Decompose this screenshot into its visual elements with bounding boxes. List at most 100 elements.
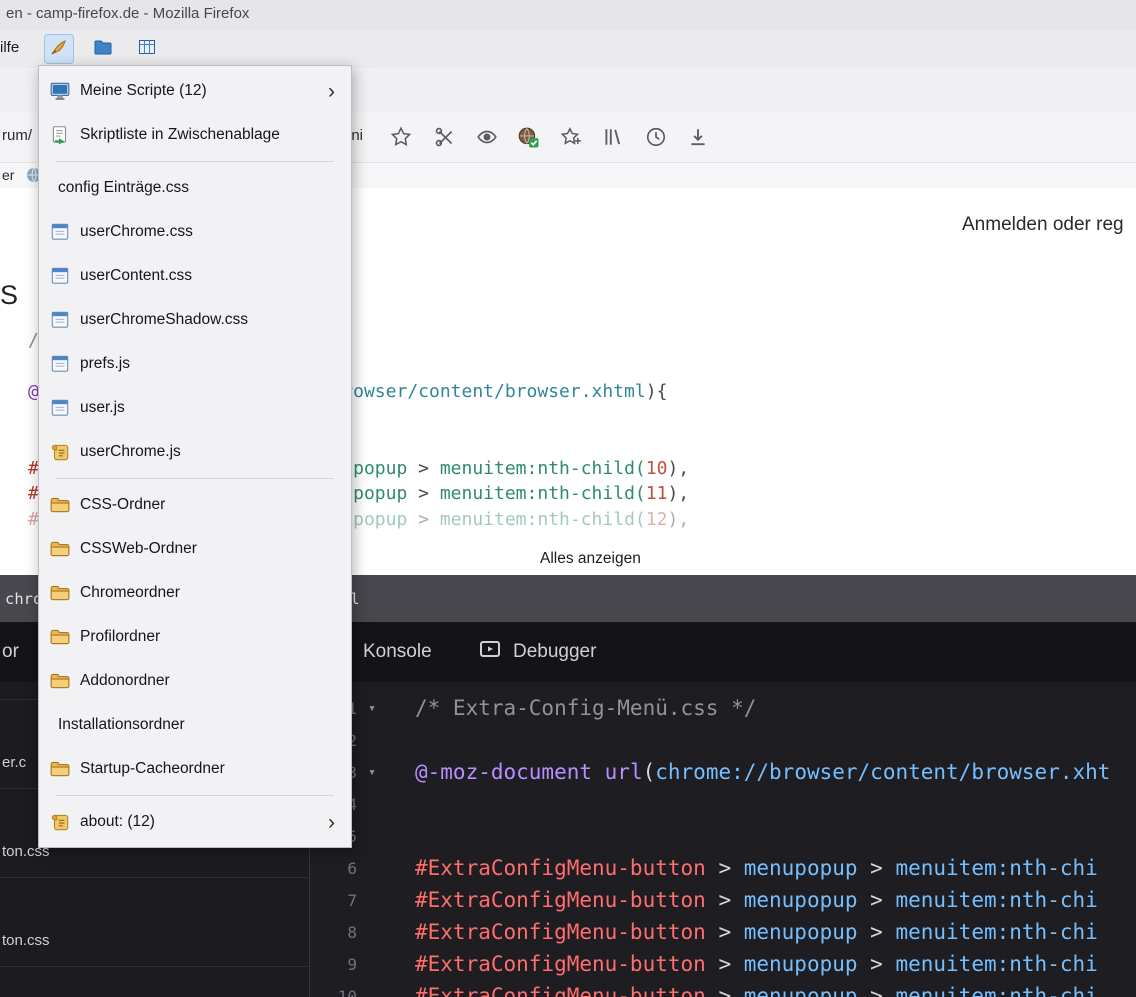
code-token: menupopup [744,856,858,880]
code-token: :nth-chi [997,920,1098,944]
devtools-tab-label: or [2,641,19,663]
devtools-tab-or[interactable]: or [2,622,19,682]
dropdown-menu: Meine Scripte (12)› Skriptliste in Zwisch… [38,65,352,848]
library-icon[interactable] [602,126,624,148]
editor-line: 1▾/* Extra-Config-Menü.css */ [311,692,1136,724]
bookmark-item-label[interactable]: er [2,167,14,183]
page-heading-fragment: S [0,280,18,311]
code-token: menupopup [744,888,858,912]
code-token: ( [643,760,656,784]
file-icon [49,309,71,331]
line-number: 6 [311,859,357,878]
code-token: ), [667,509,689,530]
code-token: > [858,920,896,944]
code-token: menuitem [895,920,996,944]
scissors-extension-icon[interactable] [434,126,456,148]
globe-check-extension-icon[interactable] [517,126,539,148]
menu-item[interactable]: Chromeordner [39,571,351,615]
menu-item-label: userChrome.js [80,443,181,461]
menu-item-label: CSSWeb-Ordner [80,540,197,558]
folder-icon [49,626,71,648]
devtools-tab-label: Debugger [513,641,596,663]
menu-item[interactable]: Installationsordner [39,703,351,747]
menu-item[interactable]: Meine Scripte (12)› [39,69,351,113]
menu-item-label: Skriptliste in Zwischenablage [80,126,280,144]
code-token: #ExtraConfigMenu-button [415,952,706,976]
window-title: en - camp-firefox.de - Mozilla Firefox [6,5,249,22]
signin-link[interactable]: Anmelden oder reg [962,214,1124,236]
eye-extension-icon[interactable] [476,126,498,148]
menu-item[interactable]: CSSWeb-Ordner [39,527,351,571]
code-token: menuitem [440,458,527,479]
menu-item[interactable]: Skriptliste in Zwischenablage [39,113,351,157]
code-token: > [407,483,440,504]
menu-item[interactable]: config Einträge.css [39,166,351,210]
code-token: menuitem [440,509,527,530]
blue-folder-button[interactable] [88,34,118,64]
bookmark-star-icon[interactable] [390,126,412,148]
window-titlebar[interactable]: en - camp-firefox.de - Mozilla Firefox [0,0,1136,30]
code-token: menuitem [895,888,996,912]
menu-item[interactable]: userChrome.css [39,210,351,254]
code-token: :nth-child( [527,509,646,530]
editor-line: 4 [311,788,1136,820]
menu-item-label: Chromeordner [80,584,180,602]
menu-item[interactable]: Startup-Cacheordner [39,747,351,791]
devtools-tab-debugger[interactable]: Debugger [478,622,596,682]
show-all-link[interactable]: Alles anzeigen [540,550,641,568]
editor-line: 2 [311,724,1136,756]
grid-window-button[interactable] [132,34,162,64]
code-token: 11 [646,483,668,504]
style-editor-source[interactable]: 1▾/* Extra-Config-Menü.css */23▾@-moz-do… [311,682,1136,997]
code-token: menupopup [744,984,858,997]
help-menu-label[interactable]: ilfe [0,39,19,56]
code-token: > [858,856,896,880]
devtools-tab-label: Konsole [363,641,432,663]
menu-item-label: Meine Scripte (12) [80,82,207,100]
menu-item[interactable]: userChrome.js [39,430,351,474]
code-token: #ExtraConfigMenu-button [415,888,706,912]
stylesheet-name: er.c [2,754,26,771]
menu-item[interactable]: prefs.js [39,342,351,386]
fold-arrow-icon[interactable]: ▾ [357,765,387,780]
line-number: 8 [311,923,357,942]
menu-item[interactable]: userContent.css [39,254,351,298]
fold-arrow-icon[interactable]: ▾ [357,701,387,716]
file-icon [49,353,71,375]
line-number: 7 [311,891,357,910]
menu-item[interactable]: Addonordner [39,659,351,703]
code-token: ){ [646,381,668,402]
code-token: > [706,984,744,997]
menu-item[interactable]: Profilordner [39,615,351,659]
code-token: :nth-child( [527,458,646,479]
menu-item[interactable]: userChromeShadow.css [39,298,351,342]
urlbar-text-fragment-left: rum/ [2,127,32,144]
stylesheet-name: ton.css [2,932,50,949]
download-icon[interactable] [687,126,709,148]
code-token: :nth-chi [997,888,1098,912]
code-token: :nth-chi [997,952,1098,976]
menu-item-label: Addonordner [80,672,170,690]
code-text: #ExtraConfigMenu-button > menupopup > me… [387,888,1098,912]
history-clock-icon[interactable] [645,126,667,148]
blue-folder-icon [93,37,113,62]
menu-item[interactable]: user.js [39,386,351,430]
menu-item-label: prefs.js [80,355,130,373]
code-token: > [858,952,896,976]
menu-item-label: config Einträge.css [58,179,189,197]
code-text: #ExtraConfigMenu-button > menupopup > me… [387,856,1098,880]
code-token: #ExtraConfigMenu-button [415,984,706,997]
code-token: ), [667,483,689,504]
star-plus-extension-icon[interactable] [560,126,582,148]
grid-window-icon [137,37,157,62]
stylesheet-list-item[interactable]: ton.css [0,878,309,967]
code-token: menuitem [895,856,996,880]
quill-script-button[interactable] [44,34,74,64]
menu-item[interactable]: about: (12)› [39,800,351,844]
menu-item[interactable]: CSS-Ordner [39,483,351,527]
editor-line: 6 #ExtraConfigMenu-button > menupopup > m… [311,852,1136,884]
code-token: > [407,458,440,479]
code-token: :nth-chi [997,856,1098,880]
code-token: > [706,888,744,912]
editor-line: 7 #ExtraConfigMenu-button > menupopup > m… [311,884,1136,916]
